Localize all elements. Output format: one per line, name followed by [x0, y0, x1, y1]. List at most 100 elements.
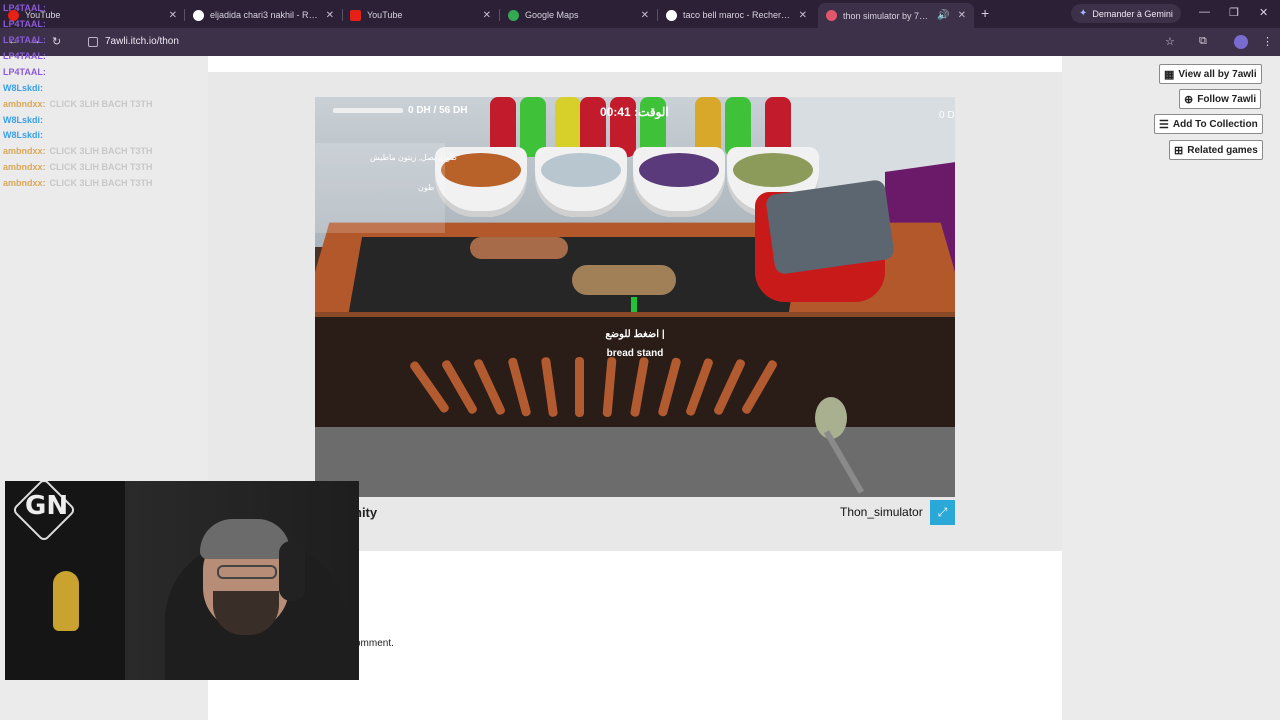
close-icon[interactable]: ✕	[483, 10, 491, 21]
tab-thon-simulator[interactable]: thon simulator by 7awli 🔊 ✕	[818, 3, 974, 28]
map-pin-icon	[508, 9, 519, 21]
headset	[279, 541, 305, 601]
chat-username: LP4TAAL:	[3, 35, 46, 45]
chat-text: CLICK 3LIH BACH T3TH	[49, 99, 153, 109]
chat-message: ambndxx: CLICK 3LIH BACH T3TH	[3, 146, 153, 156]
chat-message: LP4TAAL:	[3, 19, 46, 29]
google-icon	[193, 9, 204, 21]
store-icon: ▦	[1164, 68, 1175, 81]
chat-text: CLICK 3LIH BACH T3TH	[49, 178, 153, 188]
chat-message: LP4TAAL:	[3, 3, 46, 13]
money-counter: 0 DH / 56 DH	[408, 105, 468, 116]
extensions-icon[interactable]: ⧉	[1199, 35, 1207, 48]
timer: الوقت: 00:41	[600, 105, 669, 119]
ingredient-bowl-onion[interactable]	[535, 147, 627, 217]
tab-strip: YouTube ✕ eljadida chari3 nakhil - Reche…	[0, 0, 1280, 28]
tab-label: YouTube	[367, 10, 403, 20]
chat-username: W8Lskdi:	[3, 83, 44, 93]
close-window-button[interactable]: ✕	[1259, 6, 1268, 19]
game-canvas[interactable]: 0 DH / 56 DH الوقت: 00:41 0 D طون, بصل, …	[315, 97, 955, 497]
minimize-button[interactable]: —	[1199, 6, 1210, 18]
itchio-icon	[826, 10, 837, 21]
tab-google-maps[interactable]: Google Maps ✕	[500, 3, 657, 27]
close-icon[interactable]: ✕	[799, 10, 807, 21]
tab-youtube-2[interactable]: YouTube ✕	[342, 3, 499, 27]
url-field[interactable]: 7awli.itch.io/thon	[105, 36, 179, 47]
action-prompt-english: bread stand	[606, 348, 664, 359]
restore-button[interactable]: ❐	[1229, 6, 1239, 19]
money-progress-bar	[333, 108, 403, 113]
tab-label: Google Maps	[525, 10, 579, 20]
speaker-icon[interactable]: 🔊	[937, 10, 949, 21]
bread-roll[interactable]	[470, 237, 568, 259]
right-counter: 0 D	[939, 110, 955, 121]
button-label: Follow 7awli	[1197, 93, 1257, 105]
action-prompt-arabic: اضغط للوضع |	[605, 329, 665, 340]
chat-message: ambndxx: CLICK 3LIH BACH T3TH	[3, 178, 153, 188]
menu-icon[interactable]: ⋮	[1262, 35, 1273, 48]
view-all-button[interactable]: ▦ View all by 7awli	[1159, 64, 1262, 84]
tab-taco-bell-search[interactable]: taco bell maroc - Recherche Google ✕	[658, 3, 815, 27]
streamer-glasses	[217, 565, 277, 579]
site-info-icon[interactable]	[88, 37, 98, 47]
bookmark-star-icon[interactable]: ☆	[1165, 35, 1175, 48]
chat-username: LP4TAAL:	[3, 19, 46, 29]
counter-slat	[575, 357, 584, 417]
button-label: Add To Collection	[1172, 118, 1258, 130]
comment-prompt: omment.	[355, 638, 394, 649]
reload-icon[interactable]: ↻	[52, 35, 61, 48]
tab-eljadida-search[interactable]: eljadida chari3 nakhil - Recherche ✕	[185, 3, 342, 27]
fullscreen-icon: ⤢	[937, 505, 948, 519]
chat-username: ambndxx:	[3, 178, 46, 188]
chat-message: LP4TAAL:	[3, 51, 46, 61]
gemini-label: Demander à Gemini	[1092, 8, 1173, 19]
fullscreen-button[interactable]: ⤢	[930, 500, 955, 525]
profile-avatar[interactable]	[1234, 35, 1248, 49]
add-to-collection-button[interactable]: ☰ Add To Collection	[1154, 114, 1263, 134]
chat-username: ambndxx:	[3, 162, 46, 172]
chat-message: ambndxx: CLICK 3LIH BACH T3TH	[3, 99, 153, 109]
close-icon[interactable]: ✕	[641, 10, 649, 21]
close-icon[interactable]: ✕	[958, 10, 966, 21]
chat-username: ambndxx:	[3, 146, 46, 156]
related-games-button[interactable]: ⊞ Related games	[1169, 140, 1263, 160]
chat-message: LP4TAAL:	[3, 35, 46, 45]
gemini-sparkle-icon: ✦	[1079, 8, 1088, 19]
chat-username: LP4TAAL:	[3, 51, 46, 61]
tab-label: taco bell maroc - Recherche Google	[683, 10, 793, 20]
tab-label: eljadida chari3 nakhil - Recherche	[210, 10, 320, 20]
youtube-icon	[350, 9, 361, 21]
chat-text: CLICK 3LIH BACH T3TH	[49, 146, 153, 156]
chat-message: W8Lskdi:	[3, 83, 43, 93]
follow-icon: ⊕	[1184, 93, 1194, 106]
button-label: Related games	[1187, 144, 1258, 156]
tab-label: thon simulator by 7awli	[843, 10, 932, 21]
game-title: Thon_simulator	[840, 505, 923, 519]
chat-username: LP4TAAL:	[3, 67, 46, 77]
follow-button[interactable]: ⊕ Follow 7awli	[1179, 89, 1262, 109]
chat-message: W8Lskdi:	[3, 115, 43, 125]
chat-text: CLICK 3LIH BACH T3TH	[49, 162, 153, 172]
channel-logo: GN	[25, 491, 69, 521]
ingredient-bowl-olive[interactable]	[633, 147, 725, 217]
pot-lid	[765, 179, 895, 275]
new-tab-button[interactable]: +	[981, 5, 989, 21]
order-line-2: طون	[418, 183, 435, 192]
chat-message: W8Lskdi:	[3, 130, 43, 140]
google-icon	[666, 9, 677, 21]
gemini-button[interactable]: ✦ Demander à Gemini	[1071, 4, 1181, 23]
streamer-cap	[200, 519, 290, 559]
button-label: View all by 7awli	[1178, 68, 1257, 80]
order-line-1: طون, بصل, زيتون ماطيش	[370, 153, 457, 162]
close-icon[interactable]: ✕	[169, 10, 177, 21]
close-icon[interactable]: ✕	[326, 10, 334, 21]
map-icon: ⊞	[1174, 144, 1184, 157]
webcam-overlay: GN	[5, 481, 359, 680]
chat-message: ambndxx: CLICK 3LIH BACH T3TH	[3, 162, 153, 172]
chat-username: W8Lskdi:	[3, 130, 44, 140]
bread-roll-active[interactable]	[572, 265, 676, 295]
chat-username: LP4TAAL:	[3, 3, 46, 13]
trophy	[53, 571, 79, 631]
chat-username: ambndxx:	[3, 99, 46, 109]
collection-icon: ☰	[1159, 118, 1169, 131]
